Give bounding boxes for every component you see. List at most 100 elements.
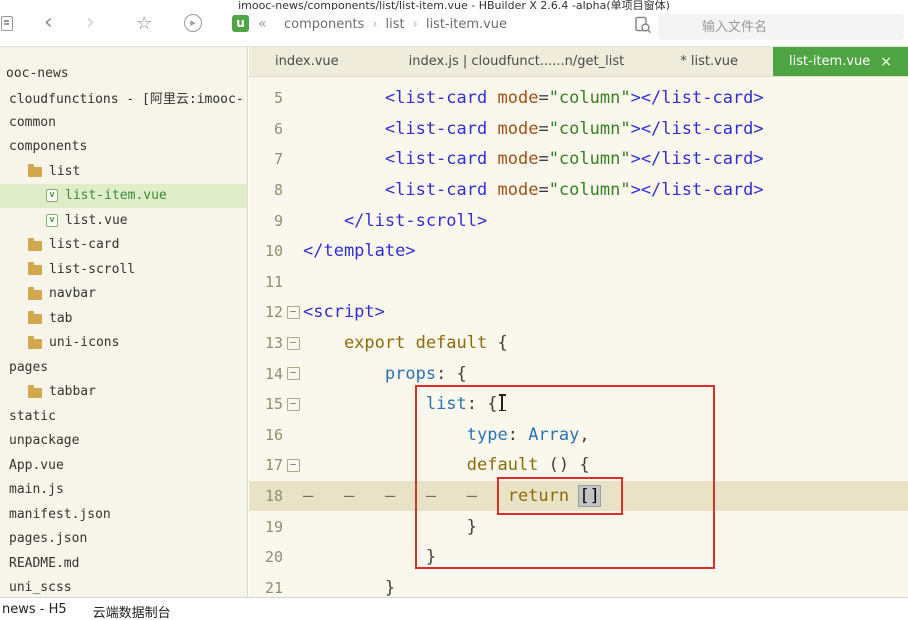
sidebar-item-label: navbar <box>49 286 96 302</box>
tab-list-item.vue[interactable]: list-item.vue × <box>773 47 908 76</box>
line-number: 10 <box>264 242 283 261</box>
file-search-box <box>658 14 904 40</box>
code-line-20[interactable]: 20 } <box>249 542 908 573</box>
code-line-15[interactable]: 15 list: { <box>249 389 908 420</box>
forward-icon[interactable]: › <box>86 10 95 35</box>
line-number: 19 <box>264 517 283 536</box>
sidebar-item-unpackage[interactable]: unpackage <box>0 429 247 454</box>
tab-index.js-cloudfunct......n-get-list[interactable]: index.js | cloudfunct......n/get_list <box>397 47 637 76</box>
vue-icon: v <box>46 213 58 227</box>
sidebar-item-uni-scss[interactable]: uni_scss <box>0 576 247 598</box>
code-line-10[interactable]: 10 </template> <box>249 236 908 267</box>
code-line-16[interactable]: 16 type: Array, <box>249 420 908 451</box>
code-line-19[interactable]: 19 } <box>249 511 908 542</box>
sidebar-item-pages[interactable]: pages <box>0 355 247 380</box>
sidebar-item-uni-icons[interactable]: uni-icons <box>0 331 247 356</box>
fold-marker-icon[interactable] <box>283 367 303 380</box>
tab-label: index.js | cloudfunct......n/get_list <box>408 54 625 69</box>
sidebar-item-app.vue[interactable]: App.vue <box>0 453 247 478</box>
breadcrumb-item-list-item.vue[interactable]: list-item.vue <box>426 17 507 32</box>
breadcrumb-item-components[interactable]: components <box>284 17 364 32</box>
sidebar-item-list-card[interactable]: list-card <box>0 233 247 258</box>
fold-marker-icon[interactable] <box>283 459 303 472</box>
sidebar-item-tabbar[interactable]: tabbar <box>0 380 247 405</box>
sidebar-item-label: tab <box>49 310 73 326</box>
code-text: list: { <box>425 394 498 415</box>
code-text: } <box>466 516 478 537</box>
sidebar-item-pages.json[interactable]: pages.json <box>0 527 247 552</box>
sidebar-item-label: ooc-news <box>6 65 69 81</box>
run-icon[interactable]: ▸ <box>184 14 202 32</box>
line-number: 17 <box>264 456 283 475</box>
editor-tabs: index.vue index.js | cloudfunct......n/ge… <box>249 47 908 77</box>
sidebar-item-navbar[interactable]: navbar <box>0 282 247 307</box>
sidebar-item-list[interactable]: list <box>0 159 247 184</box>
line-number: 21 <box>264 578 283 597</box>
code-line-18[interactable]: 18 — — — — — return [] <box>249 480 908 512</box>
sidebar-item-main.js[interactable]: main.js <box>0 478 247 503</box>
code-line-12[interactable]: 12 <script> <box>249 297 908 328</box>
fold-marker-icon[interactable] <box>283 398 303 411</box>
sidebar-item-cloudfunctions-imooc[interactable]: cloudfunctions - [阿里云:imooc- <box>0 86 247 111</box>
code-line-14[interactable]: 14 props: { <box>249 358 908 389</box>
fold-marker-icon[interactable] <box>283 306 303 319</box>
code-line-9[interactable]: 9 </list-scroll> <box>249 205 908 236</box>
uniapp-logo-icon[interactable]: u <box>232 15 249 32</box>
project-sidebar: ooc-news cloudfunctions - [阿里云:imooc-comm… <box>0 47 248 597</box>
folder-icon <box>28 164 42 178</box>
code-area[interactable]: 5 <list-card mode="column"></list-card> 6… <box>249 77 908 597</box>
sidebar-item-manifest.json[interactable]: manifest.json <box>0 502 247 527</box>
code-text: <script> <box>303 302 385 323</box>
line-number: 14 <box>264 364 283 383</box>
collapse-breadcrumb-icon[interactable]: « <box>258 16 267 32</box>
find-file-icon[interactable] <box>634 16 652 38</box>
sidebar-item-list-item.vue[interactable]: v list-item.vue <box>0 183 247 208</box>
breadcrumb-separator-icon: › <box>412 17 418 32</box>
sidebar-item-components[interactable]: components <box>0 135 247 160</box>
code-text: </list-scroll> <box>303 210 488 231</box>
line-number: 7 <box>273 150 283 169</box>
file-search-input[interactable] <box>658 14 904 40</box>
code-line-8[interactable]: 8 <list-card mode="column"></list-card> <box>249 175 908 206</box>
sidebar-item-label: static <box>9 408 56 424</box>
sidebar-item-readme.md[interactable]: README.md <box>0 551 247 576</box>
code-text: props: { <box>384 363 467 384</box>
toolbar: ‹ › ☆ ▸ u « components › list › list-item.vu… <box>0 10 908 46</box>
code-line-21[interactable]: 21 } <box>249 573 908 597</box>
file-icon[interactable] <box>1 16 13 31</box>
console-bar: news - H5 云端数据制台 <box>0 597 908 620</box>
line-number: 16 <box>264 425 283 444</box>
breadcrumb-item-list[interactable]: list <box>386 17 405 32</box>
fold-marker-icon[interactable] <box>283 337 303 350</box>
tab-list.vue[interactable]: * list.vue <box>668 47 750 76</box>
tab-index.vue[interactable]: index.vue <box>263 47 351 76</box>
console-tab-news-h5[interactable]: news - H5 <box>2 602 67 617</box>
code-line-11[interactable]: 11 <box>249 267 908 298</box>
sidebar-item-list-scroll[interactable]: list-scroll <box>0 257 247 282</box>
file-tree: ooc-news cloudfunctions - [阿里云:imooc-comm… <box>0 61 247 597</box>
sidebar-item-ooc-news[interactable]: ooc-news <box>0 61 247 86</box>
sidebar-item-static[interactable]: static <box>0 404 247 429</box>
sidebar-item-label: unpackage <box>9 433 80 449</box>
sidebar-item-tab[interactable]: tab <box>0 306 247 331</box>
line-number: 18 <box>264 487 283 506</box>
console-tab-[interactable]: 云端数据制台 <box>93 602 171 620</box>
tab-label: * list.vue <box>680 54 739 69</box>
line-number: 9 <box>273 211 283 230</box>
code-text: default () { <box>466 455 590 476</box>
close-icon[interactable]: × <box>880 54 892 70</box>
code-line-6[interactable]: 6 <list-card mode="column"></list-card> <box>249 114 908 145</box>
code-line-13[interactable]: 13 export default { <box>249 328 908 359</box>
sidebar-item-label: App.vue <box>9 457 64 473</box>
code-text: </template> <box>303 241 416 262</box>
code-text: export default { <box>303 333 508 354</box>
sidebar-item-list.vue[interactable]: v list.vue <box>0 208 247 233</box>
line-number: 12 <box>264 303 283 322</box>
sidebar-item-common[interactable]: common <box>0 110 247 135</box>
code-line-7[interactable]: 7 <list-card mode="column"></list-card> <box>249 144 908 175</box>
code-line-5[interactable]: 5 <list-card mode="column"></list-card> <box>249 83 908 114</box>
code-text: type: Array, <box>466 424 590 445</box>
back-icon[interactable]: ‹ <box>44 10 53 35</box>
code-line-17[interactable]: 17 default () { <box>249 450 908 481</box>
bookmark-star-icon[interactable]: ☆ <box>136 13 152 34</box>
